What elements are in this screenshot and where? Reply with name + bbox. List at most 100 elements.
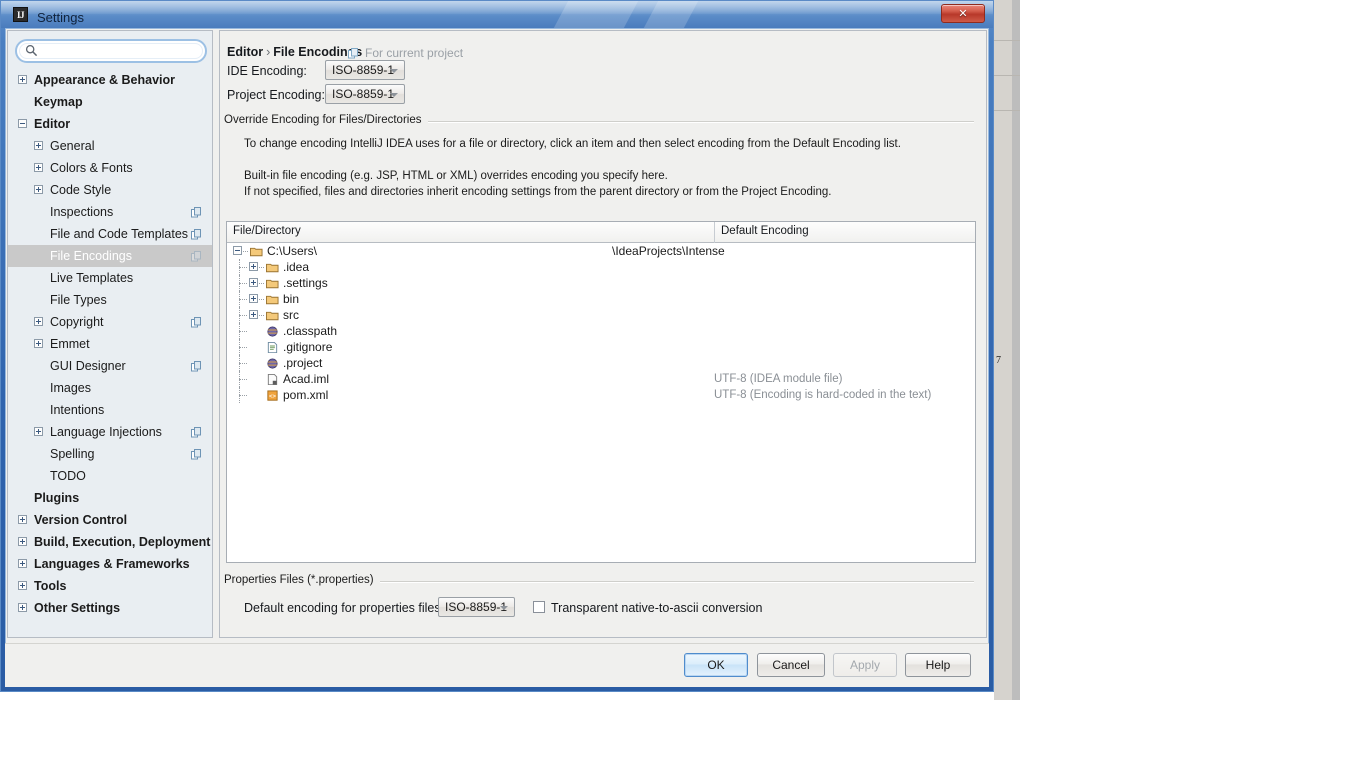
search-input[interactable] [43, 42, 202, 61]
sidebar-item-emmet[interactable]: Emmet [8, 333, 212, 355]
sidebar-item-label: Intentions [50, 403, 105, 417]
tree-guide-line [239, 299, 247, 300]
table-row[interactable]: .settings [227, 275, 975, 291]
ide-encoding-select[interactable]: ISO-8859-1 [325, 60, 405, 80]
sidebar-item-inspections[interactable]: Inspections [8, 201, 212, 223]
ok-button[interactable]: OK [684, 653, 748, 677]
expand-icon[interactable] [34, 427, 43, 436]
sidebar-item-intentions[interactable]: Intentions [8, 399, 212, 421]
sidebar-item-languages-frameworks[interactable]: Languages & Frameworks [8, 553, 212, 575]
text-file-icon [266, 341, 279, 353]
search-box[interactable] [15, 39, 207, 63]
sidebar-item-appearance-behavior[interactable]: Appearance & Behavior [8, 69, 212, 91]
table-row[interactable]: .gitignore [227, 339, 975, 355]
sidebar-item-label: Copyright [50, 315, 104, 329]
cancel-button[interactable]: Cancel [757, 653, 825, 677]
sidebar-item-code-style[interactable]: Code Style [8, 179, 212, 201]
close-icon[interactable]: ✕ [941, 4, 985, 23]
expand-icon[interactable] [34, 141, 43, 150]
default-encoding-value[interactable]: UTF-8 (IDEA module file) [714, 371, 842, 387]
expand-icon[interactable] [249, 278, 258, 287]
table-row[interactable]: .idea [227, 259, 975, 275]
chevron-down-icon [390, 69, 398, 73]
sidebar-item-build-execution-deployment[interactable]: Build, Execution, Deployment [8, 531, 212, 553]
expand-icon[interactable] [249, 310, 258, 319]
expand-icon[interactable] [18, 75, 27, 84]
table-row[interactable]: <> pom.xml UTF-8 (Encoding is hard-coded i… [227, 387, 975, 403]
column-header-file-directory[interactable]: File/Directory [233, 225, 301, 237]
sidebar-item-keymap[interactable]: Keymap [8, 91, 212, 113]
sidebar-item-label: Editor [34, 117, 71, 131]
sidebar-item-editor[interactable]: Editor [8, 113, 212, 135]
tree-guide-line [259, 267, 264, 268]
expand-icon[interactable] [18, 603, 27, 612]
properties-group-title: Properties Files (*.properties) [224, 574, 380, 586]
sidebar-item-general[interactable]: General [8, 135, 212, 157]
title-bar[interactable]: IJ Settings ✕ [1, 1, 993, 28]
column-divider[interactable] [714, 222, 715, 243]
project-scope-icon [348, 48, 358, 59]
expand-icon[interactable] [18, 537, 27, 546]
expand-icon[interactable] [34, 339, 43, 348]
expand-icon[interactable] [34, 317, 43, 326]
category-tree: Appearance & Behavior Keymap Editor General… [8, 69, 212, 619]
sidebar-item-spelling[interactable]: Spelling [8, 443, 212, 465]
file-directory-table[interactable]: File/Directory Default Encoding C:\Users… [226, 221, 976, 563]
sidebar-item-label: TODO [50, 469, 86, 483]
window-title: Settings [37, 10, 84, 25]
table-row[interactable]: .classpath [227, 323, 975, 339]
sidebar-item-label: Keymap [34, 95, 83, 109]
breadcrumb-root[interactable]: Editor [227, 45, 263, 59]
tree-guide-line [239, 395, 247, 396]
sidebar-item-colors-fonts[interactable]: Colors & Fonts [8, 157, 212, 179]
module-file-icon [266, 373, 279, 385]
title-bar-gloss [1, 1, 993, 14]
sidebar-item-tools[interactable]: Tools [8, 575, 212, 597]
scope-note: For current project [348, 46, 463, 60]
sidebar-item-file-encodings[interactable]: File Encodings [8, 245, 212, 267]
expand-icon[interactable] [18, 559, 27, 568]
table-row[interactable]: src [227, 307, 975, 323]
help-button[interactable]: Help [905, 653, 971, 677]
project-encoding-select[interactable]: ISO-8859-1 [325, 84, 405, 104]
expand-icon[interactable] [249, 294, 258, 303]
expand-icon[interactable] [18, 515, 27, 524]
expand-icon[interactable] [249, 262, 258, 271]
collapse-icon[interactable] [18, 119, 27, 128]
sidebar-item-language-injections[interactable]: Language Injections [8, 421, 212, 443]
transparent-native-to-ascii-label[interactable]: Transparent native-to-ascii conversion [551, 601, 762, 615]
sidebar-item-copyright[interactable]: Copyright [8, 311, 212, 333]
sidebar-item-todo[interactable]: TODO [8, 465, 212, 487]
table-row[interactable]: bin [227, 291, 975, 307]
default-encoding-value[interactable]: UTF-8 (Encoding is hard-coded in the tex… [714, 387, 931, 403]
table-row[interactable]: C:\Users\ \IdeaProjects\Intense [227, 243, 975, 259]
sidebar-item-images[interactable]: Images [8, 377, 212, 399]
properties-encoding-select[interactable]: ISO-8859-1 [438, 597, 515, 617]
sidebar-item-file-and-code-templates[interactable]: File and Code Templates [8, 223, 212, 245]
expand-icon[interactable] [34, 163, 43, 172]
transparent-native-to-ascii-checkbox[interactable] [533, 601, 545, 613]
ide-encoding-label: IDE Encoding: [227, 64, 307, 78]
sidebar-item-label: File and Code Templates [50, 227, 189, 241]
sidebar-item-plugins[interactable]: Plugins [8, 487, 212, 509]
sidebar-item-version-control[interactable]: Version Control [8, 509, 212, 531]
description-line-1: To change encoding IntelliJ IDEA uses fo… [244, 138, 901, 150]
sidebar-item-file-types[interactable]: File Types [8, 289, 212, 311]
collapse-icon[interactable] [233, 246, 242, 255]
column-header-default-encoding[interactable]: Default Encoding [721, 225, 809, 237]
file-name: Acad.iml [283, 372, 330, 386]
sidebar-item-label: File Encodings [50, 249, 132, 263]
table-row[interactable]: .project [227, 355, 975, 371]
sidebar-item-live-templates[interactable]: Live Templates [8, 267, 212, 289]
expand-icon[interactable] [18, 581, 27, 590]
tree-guide-line [239, 363, 247, 364]
sidebar-item-other-settings[interactable]: Other Settings [8, 597, 212, 619]
project-scope-icon [191, 317, 201, 328]
table-row[interactable]: Acad.iml UTF-8 (IDEA module file) [227, 371, 975, 387]
expand-icon[interactable] [34, 185, 43, 194]
sidebar-item-label: Plugins [34, 491, 80, 505]
sidebar-item-gui-designer[interactable]: GUI Designer [8, 355, 212, 377]
file-name: bin [283, 292, 300, 306]
sidebar-item-label: File Types [50, 293, 107, 307]
sphere-file-icon [266, 357, 279, 369]
